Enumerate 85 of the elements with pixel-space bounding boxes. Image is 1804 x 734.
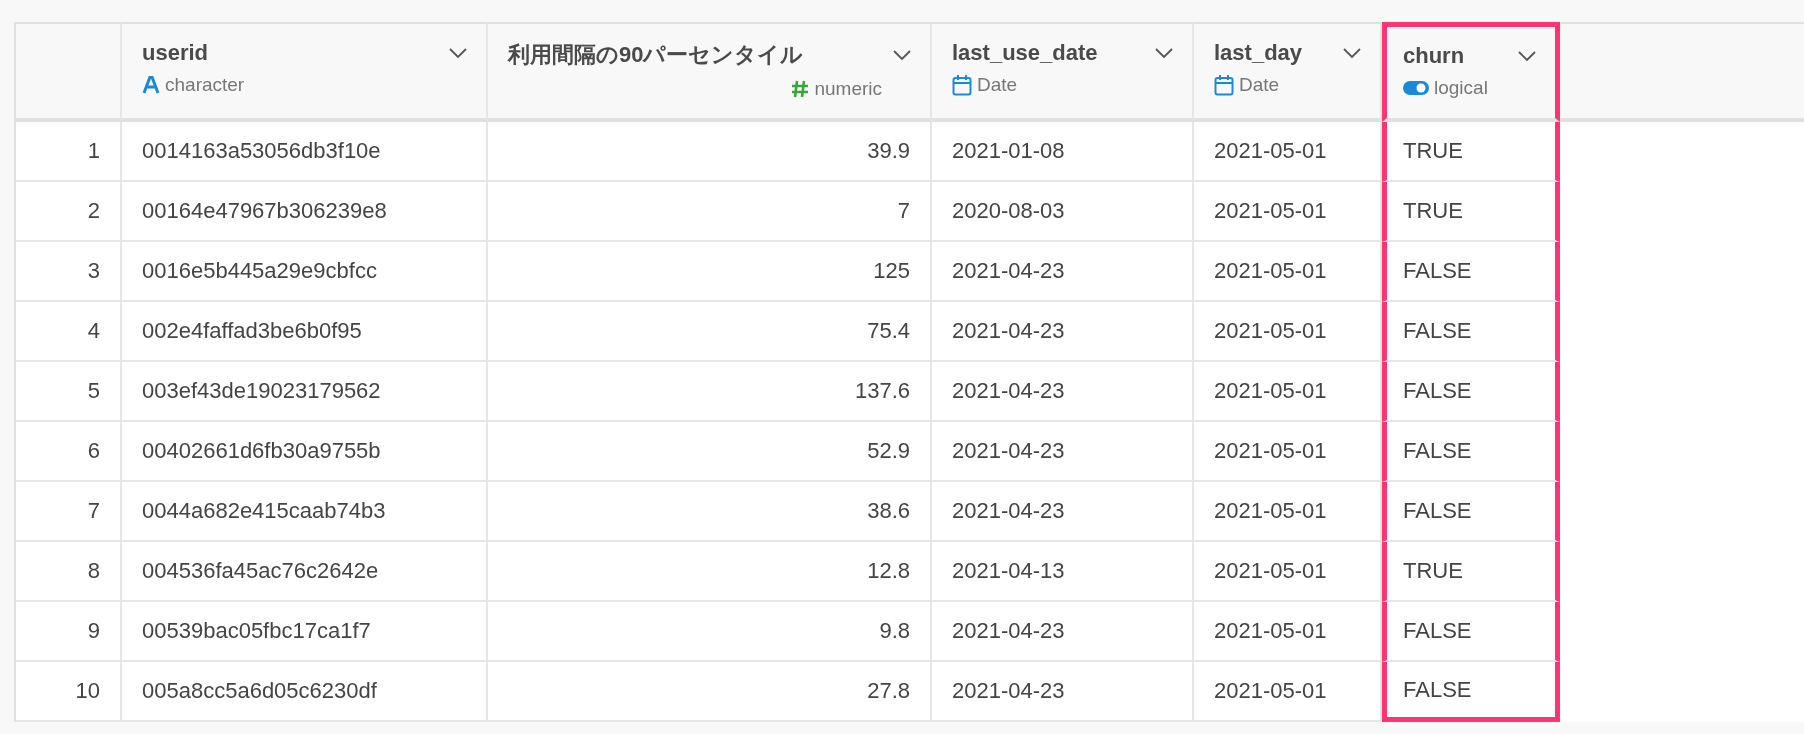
table-cell: 38.6 <box>488 482 932 542</box>
table-cell: FALSE <box>1382 602 1560 662</box>
column-name: 利用間隔の90パーセンタイル <box>508 41 804 69</box>
table-cell: 002e4faffad3be6b0f95 <box>122 302 488 362</box>
table-cell: FALSE <box>1382 242 1560 302</box>
table-cell: 005a8cc5a6d05c6230df <box>122 662 488 722</box>
column-name: churn <box>1403 43 1465 69</box>
table-cell: FALSE <box>1382 422 1560 482</box>
letter-a-icon <box>142 76 160 94</box>
column-type: numeric <box>814 78 882 100</box>
table-cell: 0016e5b445a29e9cbfcc <box>122 242 488 302</box>
row-number: 5 <box>16 362 122 422</box>
table-cell: 2021-05-01 <box>1194 482 1382 542</box>
table-cell: 2021-05-01 <box>1194 362 1382 422</box>
table-cell: 0014163a53056db3f10e <box>122 122 488 182</box>
table-cell: 2021-05-01 <box>1194 242 1382 302</box>
row-number: 6 <box>16 422 122 482</box>
column-header[interactable]: last_day Date <box>1194 22 1382 122</box>
table-cell: FALSE <box>1382 482 1560 542</box>
table-cell: 2021-04-23 <box>932 662 1194 722</box>
column-header[interactable]: userid character <box>122 22 488 122</box>
table-cell: 00164e47967b306239e8 <box>122 182 488 242</box>
table-cell: 2021-05-01 <box>1194 662 1382 722</box>
table-cell: TRUE <box>1382 542 1560 602</box>
column-name: last_use_date <box>952 40 1098 66</box>
table-cell: 137.6 <box>488 362 932 422</box>
column-name: last_day <box>1214 40 1303 66</box>
table-cell: FALSE <box>1382 302 1560 362</box>
column-header[interactable]: 利用間隔の90パーセンタイル numeric <box>488 22 932 122</box>
table-cell: 2021-05-01 <box>1194 422 1382 482</box>
table-cell: 2021-05-01 <box>1194 182 1382 242</box>
chevron-down-icon[interactable] <box>1517 50 1537 62</box>
table-cell: FALSE <box>1382 362 1560 422</box>
row-number: 7 <box>16 482 122 542</box>
table-cell: 125 <box>488 242 932 302</box>
table-cell: 0044a682e415caab74b3 <box>122 482 488 542</box>
column-type: Date <box>1239 74 1280 96</box>
row-number: 3 <box>16 242 122 302</box>
table-cell: 004536fa45ac76c2642e <box>122 542 488 602</box>
table-cell: FALSE <box>1382 662 1560 722</box>
table-cell: 2020-08-03 <box>932 182 1194 242</box>
table-cell: 2021-04-23 <box>932 422 1194 482</box>
table-cell: 2021-04-23 <box>932 362 1194 422</box>
table-cell: 2021-05-01 <box>1194 542 1382 602</box>
table-cell: 2021-05-01 <box>1194 122 1382 182</box>
table-cell: 2021-04-13 <box>932 542 1194 602</box>
chevron-down-icon[interactable] <box>1342 47 1362 59</box>
table-cell: 2021-04-23 <box>932 482 1194 542</box>
table-cell: 2021-04-23 <box>932 602 1194 662</box>
row-number: 1 <box>16 122 122 182</box>
column-type: Date <box>977 74 1018 96</box>
table-cell: 75.4 <box>488 302 932 362</box>
table-cell: 2021-01-08 <box>932 122 1194 182</box>
chevron-down-icon[interactable] <box>1154 47 1174 59</box>
calendar-icon <box>1214 74 1234 96</box>
table-cell: 003ef43de19023179562 <box>122 362 488 422</box>
row-number: 9 <box>16 602 122 662</box>
chevron-down-icon[interactable] <box>892 49 912 61</box>
table-cell: 2021-05-01 <box>1194 602 1382 662</box>
column-name: userid <box>142 40 209 66</box>
table-cell: TRUE <box>1382 182 1560 242</box>
table-cell: 2021-04-23 <box>932 242 1194 302</box>
table-cell: 00402661d6fb30a9755b <box>122 422 488 482</box>
table-cell: 39.9 <box>488 122 932 182</box>
table-cell: 52.9 <box>488 422 932 482</box>
table-cell: TRUE <box>1382 122 1560 182</box>
row-number: 8 <box>16 542 122 602</box>
row-number: 10 <box>16 662 122 722</box>
chevron-down-icon[interactable] <box>448 47 468 59</box>
row-number: 4 <box>16 302 122 362</box>
hash-icon <box>791 80 810 98</box>
calendar-icon <box>952 74 972 96</box>
column-type: logical <box>1434 77 1488 99</box>
row-number: 2 <box>16 182 122 242</box>
column-header[interactable]: churn logical <box>1382 22 1560 122</box>
table-cell: 00539bac05fbc17ca1f7 <box>122 602 488 662</box>
table-cell: 27.8 <box>488 662 932 722</box>
table-cell: 2021-04-23 <box>932 302 1194 362</box>
table-cell: 9.8 <box>488 602 932 662</box>
toggle-icon <box>1403 80 1429 96</box>
table-cell: 7 <box>488 182 932 242</box>
column-type: character <box>165 74 245 96</box>
table-cell: 2021-05-01 <box>1194 302 1382 362</box>
table-cell: 12.8 <box>488 542 932 602</box>
column-header[interactable]: last_use_date Date <box>932 22 1194 122</box>
